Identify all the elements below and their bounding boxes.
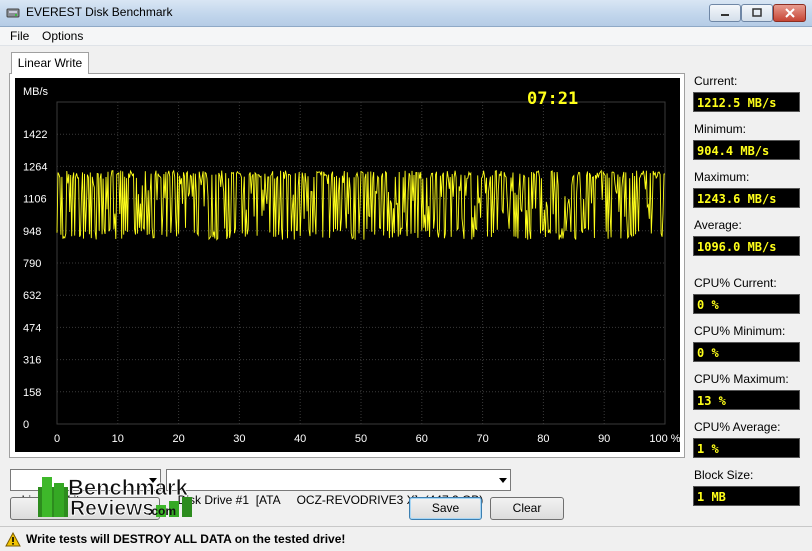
warning-icon <box>5 532 21 547</box>
maximize-button[interactable] <box>741 4 773 22</box>
timer-label: 07:21 <box>527 89 578 109</box>
menu-bar: File Options <box>0 27 812 46</box>
benchmark-reviews-logo: Benchmark Reviews .com <box>38 475 192 520</box>
status-bar: Write tests will DESTROY ALL DATA on the… <box>0 526 812 551</box>
stat-value-cpu-average: 1 % <box>693 438 800 458</box>
y-tick-label: 474 <box>23 322 41 334</box>
stat-value-minimum: 904.4 MB/s <box>693 140 800 160</box>
stat-label-maximum: Maximum: <box>694 170 750 184</box>
menu-file[interactable]: File <box>10 29 29 43</box>
window-title: EVEREST Disk Benchmark <box>26 5 173 19</box>
stat-value-current: 1212.5 MB/s <box>693 92 800 112</box>
stat-value-maximum: 1243.6 MB/s <box>693 188 800 208</box>
drive-select[interactable]: Disk Drive #1 [ATA OCZ-REVODRIVE3 X] (44… <box>166 469 511 507</box>
y-tick-label: 0 <box>23 419 29 431</box>
x-tick-label: 20 <box>172 433 184 445</box>
stat-value-cpu-minimum: 0 % <box>693 342 800 362</box>
menu-options[interactable]: Options <box>42 29 83 43</box>
chart-svg: 1422 1264 1106 948 790 632 474 316 158 0 0 10 20 30 40… <box>23 86 680 445</box>
x-tick-label: 90 <box>598 433 610 445</box>
close-button[interactable] <box>773 4 806 22</box>
y-tick-label: 632 <box>23 290 41 302</box>
x-tick-label: 80 <box>537 433 549 445</box>
stat-value-cpu-current: 0 % <box>693 294 800 314</box>
x-tick-label: 40 <box>294 433 306 445</box>
stat-label-block-size: Block Size: <box>694 468 754 482</box>
y-tick-label: 1422 <box>23 129 47 141</box>
x-tick-label: 10 <box>112 433 124 445</box>
warning-text: Write tests will DESTROY ALL DATA on the… <box>26 532 346 546</box>
stat-label-cpu-current: CPU% Current: <box>694 276 777 290</box>
stat-label-current: Current: <box>694 74 738 88</box>
stat-label-average: Average: <box>694 218 742 232</box>
benchmark-chart: 1422 1264 1106 948 790 632 474 316 158 0 0 10 20 30 40… <box>15 78 680 452</box>
stat-value-cpu-maximum: 13 % <box>693 390 800 410</box>
stat-label-minimum: Minimum: <box>694 122 747 136</box>
series-line-0 <box>56 169 666 241</box>
stat-value-block-size: 1 MB <box>693 486 800 506</box>
y-axis-unit: MB/s <box>23 86 49 98</box>
y-tick-label: 158 <box>23 387 41 399</box>
maximize-icon <box>752 8 762 17</box>
stat-label-cpu-maximum: CPU% Maximum: <box>694 372 789 386</box>
stat-label-cpu-average: CPU% Average: <box>694 420 781 434</box>
chevron-down-icon <box>499 478 507 483</box>
logo-text-line2: Reviews <box>70 497 154 520</box>
y-tick-label: 316 <box>23 355 41 367</box>
minimize-icon <box>721 14 729 16</box>
x-tick-label: 60 <box>416 433 428 445</box>
tab-linear-write[interactable]: Linear Write <box>11 52 89 74</box>
stat-label-cpu-minimum: CPU% Minimum: <box>694 324 786 338</box>
app-icon <box>6 8 20 18</box>
y-tick-label: 1264 <box>23 161 47 173</box>
x-tick-label: 50 <box>355 433 367 445</box>
x-tick-label: 0 <box>54 433 60 445</box>
save-button[interactable]: Save <box>409 497 482 520</box>
stat-value-average: 1096.0 MB/s <box>693 236 800 256</box>
close-icon <box>784 8 795 18</box>
title-bar: EVEREST Disk Benchmark <box>0 0 812 27</box>
x-tick-label: 30 <box>233 433 245 445</box>
logo-text-suffix: .com <box>148 504 176 518</box>
y-tick-label: 948 <box>23 226 41 238</box>
x-tick-label: 100 % <box>649 433 680 445</box>
y-tick-label: 790 <box>23 258 41 270</box>
clear-button[interactable]: Clear <box>490 497 564 520</box>
x-tick-label: 70 <box>476 433 488 445</box>
minimize-button[interactable] <box>709 4 741 22</box>
y-tick-label: 1106 <box>23 194 47 206</box>
